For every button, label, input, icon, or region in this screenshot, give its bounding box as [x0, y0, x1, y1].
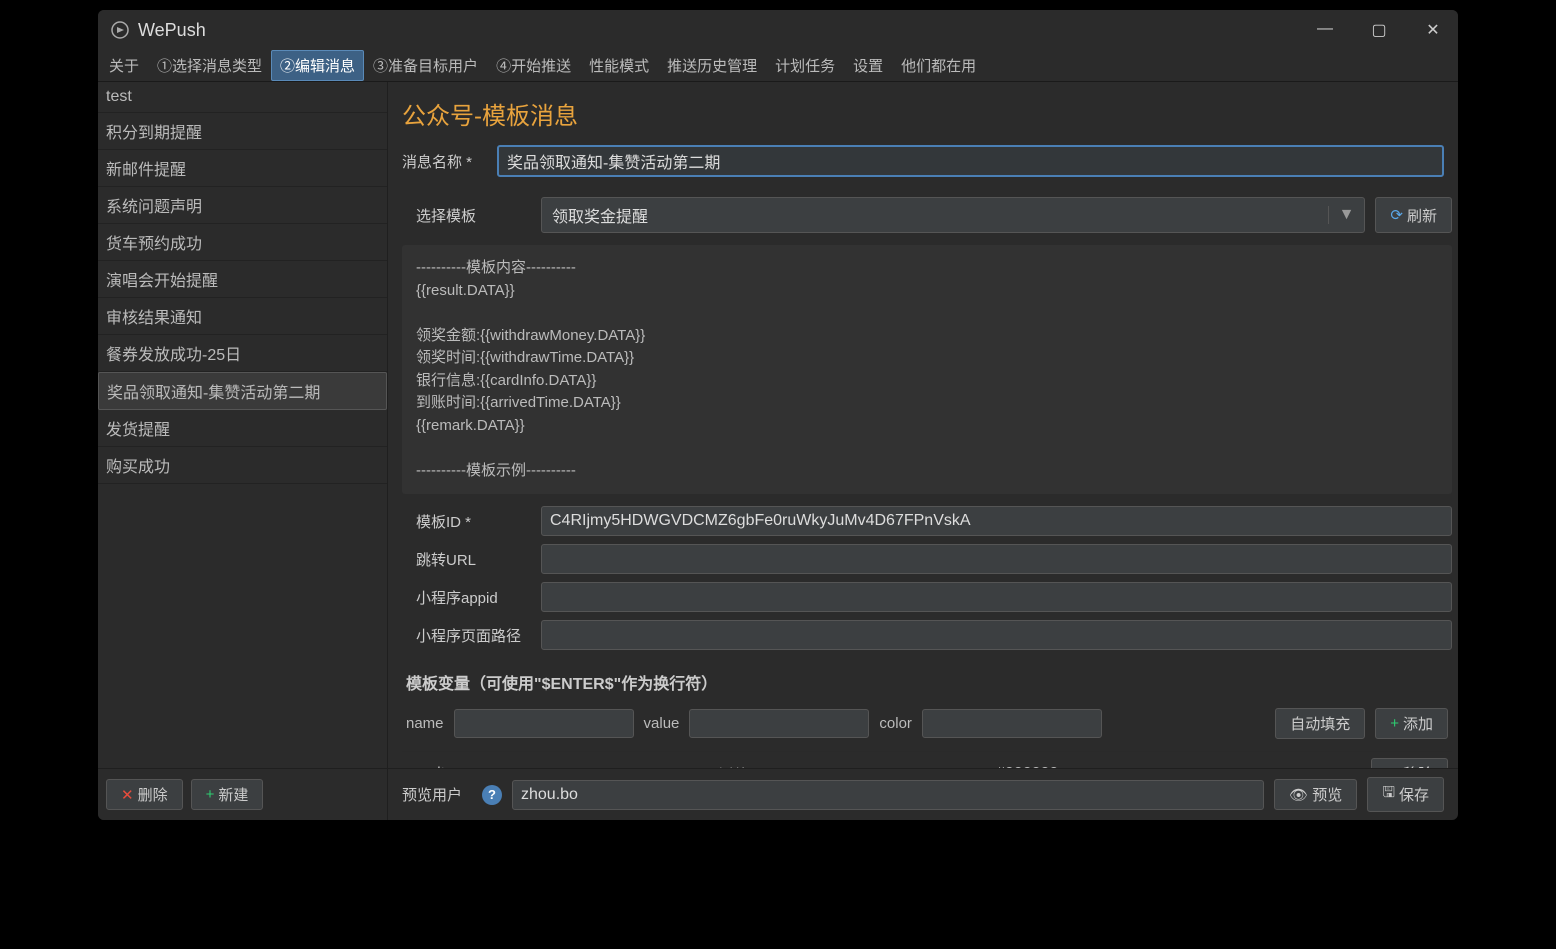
- url-input[interactable]: [541, 544, 1452, 574]
- preview-button[interactable]: 👁预览: [1274, 779, 1357, 810]
- delete-button[interactable]: ✕删除: [106, 779, 183, 810]
- sidebar-item[interactable]: 演唱会开始提醒: [98, 261, 387, 298]
- vars-title: 模板变量（可使用"$ENTER$"作为换行符）: [402, 662, 1452, 702]
- chevron-down-icon: ▼: [1328, 206, 1355, 224]
- tab-4[interactable]: ④开始推送: [487, 50, 580, 81]
- autofill-button[interactable]: 自动填充: [1275, 708, 1365, 739]
- tab-6[interactable]: 推送历史管理: [658, 50, 766, 81]
- sidebar-item[interactable]: 餐券发放成功-25日: [98, 335, 387, 372]
- sidebar-item[interactable]: test: [98, 82, 387, 113]
- sidebar-item[interactable]: 新邮件提醒: [98, 150, 387, 187]
- minimize-button[interactable]: —: [1312, 20, 1338, 40]
- help-icon[interactable]: ?: [482, 785, 502, 805]
- titlebar: WePush — ▢ ✕: [98, 10, 1458, 50]
- label-var-value: value: [644, 715, 680, 732]
- label-template-id: 模板ID: [416, 511, 531, 532]
- app-logo-icon: [110, 20, 130, 40]
- label-var-color: color: [879, 715, 912, 732]
- tab-9[interactable]: 他们都在用: [892, 50, 985, 81]
- save-button[interactable]: 🖫保存: [1367, 777, 1444, 812]
- template-id-input[interactable]: [541, 506, 1452, 536]
- preview-user-input[interactable]: [512, 780, 1264, 810]
- page-path-input[interactable]: [541, 620, 1452, 650]
- label-select-template: 选择模板: [416, 205, 531, 226]
- template-content-preview: ----------模板内容---------- {{result.DATA}}…: [402, 245, 1452, 494]
- var-color-input[interactable]: [922, 709, 1102, 738]
- new-button[interactable]: +新建: [191, 779, 264, 810]
- tab-7[interactable]: 计划任务: [766, 50, 844, 81]
- label-page-path: 小程序页面路径: [416, 625, 531, 646]
- maximize-button[interactable]: ▢: [1366, 20, 1392, 40]
- label-var-name: name: [406, 715, 444, 732]
- template-select[interactable]: 领取奖金提醒 ▼: [541, 197, 1365, 233]
- sidebar-item[interactable]: 发货提醒: [98, 410, 387, 447]
- app-title: WePush: [138, 20, 206, 41]
- tab-5[interactable]: 性能模式: [580, 50, 658, 81]
- eye-icon: 👁: [1289, 786, 1308, 804]
- tab-1[interactable]: ①选择消息类型: [148, 50, 271, 81]
- appid-input[interactable]: [541, 582, 1452, 612]
- tab-3[interactable]: ③准备目标用户: [364, 50, 487, 81]
- tab-bar: 关于①选择消息类型②编辑消息③准备目标用户④开始推送性能模式推送历史管理计划任务…: [98, 50, 1458, 82]
- sidebar-item[interactable]: 系统问题声明: [98, 187, 387, 224]
- label-message-name: 消息名称: [402, 151, 487, 172]
- save-icon: 🖫: [1382, 782, 1395, 807]
- close-button[interactable]: ✕: [1420, 20, 1446, 40]
- var-value-input[interactable]: [689, 709, 869, 738]
- var-row: result示例值1#000000✕移除: [402, 751, 1452, 768]
- refresh-button[interactable]: ⟳刷新: [1375, 197, 1452, 233]
- sidebar-item[interactable]: 奖品领取通知-集赞活动第二期: [98, 372, 387, 410]
- label-preview-user: 预览用户: [402, 784, 472, 805]
- label-url: 跳转URL: [416, 549, 531, 570]
- tab-0[interactable]: 关于: [100, 50, 148, 81]
- template-select-value: 领取奖金提醒: [552, 203, 648, 227]
- remove-var-button[interactable]: ✕移除: [1371, 758, 1448, 768]
- message-name-input[interactable]: [497, 145, 1444, 177]
- page-title: 公众号-模板消息: [388, 82, 1458, 141]
- label-appid: 小程序appid: [416, 587, 531, 608]
- sidebar-list: test积分到期提醒新邮件提醒系统问题声明货车预约成功演唱会开始提醒审核结果通知…: [98, 82, 387, 768]
- sidebar: test积分到期提醒新邮件提醒系统问题声明货车预约成功演唱会开始提醒审核结果通知…: [98, 82, 388, 820]
- sidebar-item[interactable]: 购买成功: [98, 447, 387, 484]
- sidebar-item[interactable]: 货车预约成功: [98, 224, 387, 261]
- add-var-button[interactable]: +添加: [1375, 708, 1448, 739]
- tab-2[interactable]: ②编辑消息: [271, 50, 364, 81]
- tab-8[interactable]: 设置: [844, 50, 892, 81]
- sidebar-item[interactable]: 积分到期提醒: [98, 113, 387, 150]
- sidebar-item[interactable]: 审核结果通知: [98, 298, 387, 335]
- var-name-input[interactable]: [454, 709, 634, 738]
